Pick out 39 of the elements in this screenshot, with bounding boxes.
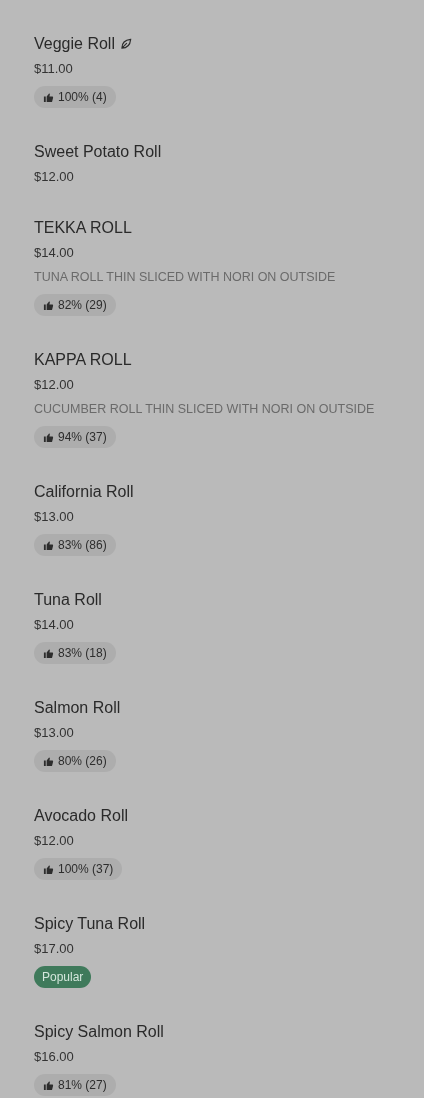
item-price: $13.00 xyxy=(34,724,74,742)
item-name[interactable]: Tuna Roll xyxy=(34,587,102,612)
rating-text: 80% (26) xyxy=(58,753,107,770)
item-name[interactable]: Spicy Salmon Roll xyxy=(34,1019,164,1044)
item-description: CUCUMBER ROLL THIN SLICED WITH NORI ON OUTSIDE xyxy=(34,401,375,418)
rating-text: 83% (86) xyxy=(58,537,107,554)
item-name[interactable]: KAPPA ROLL xyxy=(34,347,132,372)
item-price: $12.00 xyxy=(34,832,74,850)
item-price: $16.00 xyxy=(34,1048,74,1066)
rating-text: 100% (37) xyxy=(58,861,114,878)
item-name[interactable]: Spicy Tuna Roll xyxy=(34,911,146,936)
rating-text: 81% (27) xyxy=(58,1077,107,1094)
rating-text: 83% (18) xyxy=(58,645,107,662)
thumbs-up-icon xyxy=(43,1079,54,1091)
item-price: $17.00 xyxy=(34,940,74,958)
item-price: $14.00 xyxy=(34,244,74,262)
popular-badge: Popular xyxy=(34,966,92,988)
rating-text: 82% (29) xyxy=(58,297,107,314)
item-name[interactable]: TEKKA ROLL xyxy=(34,215,132,240)
thumbs-up-icon xyxy=(43,755,54,767)
item-price: $12.00 xyxy=(34,376,74,394)
item-description: TUNA ROLL THIN SLICED WITH NORI ON OUTSIDE xyxy=(34,269,336,286)
thumbs-up-icon xyxy=(43,431,54,443)
item-price: $11.00 xyxy=(34,60,73,78)
item-name[interactable]: Veggie Roll xyxy=(34,31,115,56)
thumbs-up-icon xyxy=(43,299,54,311)
item-name[interactable]: Avocado Roll xyxy=(34,803,128,828)
thumbs-up-icon xyxy=(43,539,54,551)
item-name[interactable]: California Roll xyxy=(34,479,134,504)
item-price: $13.00 xyxy=(34,508,74,526)
thumbs-up-icon xyxy=(43,647,54,659)
rating-text: 100% (4) xyxy=(58,89,107,106)
item-name[interactable]: Sweet Potato Roll xyxy=(34,139,162,164)
item-price: $12.00 xyxy=(34,168,74,186)
thumbs-up-icon xyxy=(43,863,54,875)
thumbs-up-icon xyxy=(43,91,54,103)
item-name[interactable]: Salmon Roll xyxy=(34,695,121,720)
item-price: $14.00 xyxy=(34,616,74,634)
rating-text: 94% (37) xyxy=(58,429,107,446)
